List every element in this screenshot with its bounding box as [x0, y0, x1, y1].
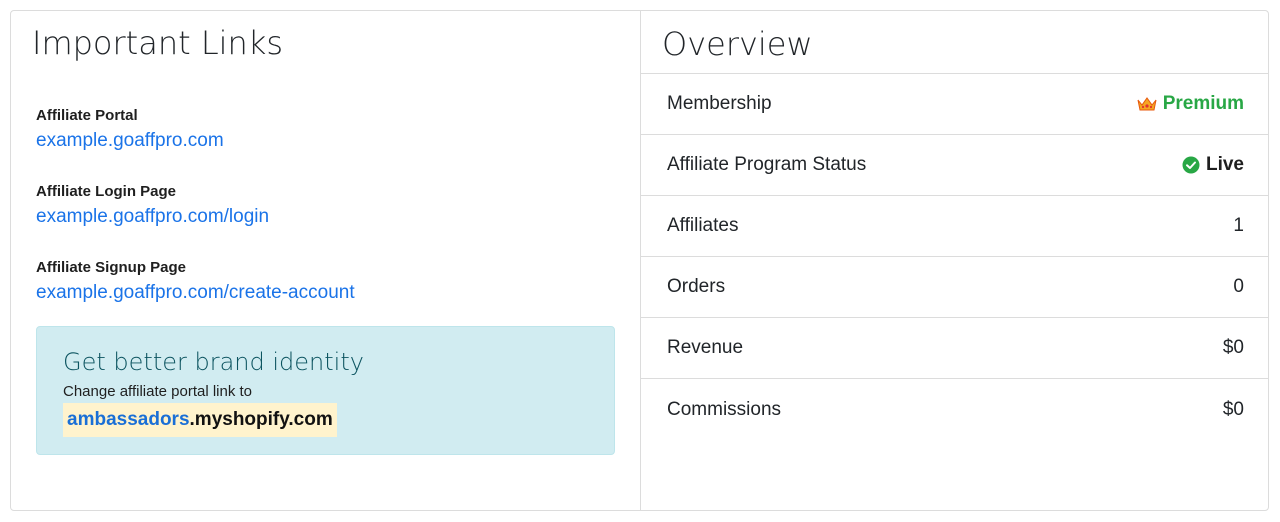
link-item-signup: Affiliate Signup Page example.goaffpro.c… [36, 259, 615, 306]
row-value: $0 [1222, 398, 1244, 420]
status-value: Live [1205, 154, 1244, 175]
overview-row-affiliates: Affiliates 1 [641, 196, 1268, 257]
row-label: Commissions [667, 398, 782, 420]
row-label: Revenue [667, 337, 744, 358]
link-item-login: Affiliate Login Page example.goaffpro.co… [36, 183, 615, 230]
overview-panel: Overview Membership Premium Affiliate Pr… [641, 11, 1268, 510]
link-label: Affiliate Signup Page [36, 259, 187, 276]
important-links-title: Important Links [32, 24, 284, 62]
overview-header: Overview [641, 11, 1268, 74]
overview-row-membership: Membership Premium [641, 74, 1268, 135]
alert-title: Get better brand identity [63, 348, 364, 376]
affiliate-portal-link[interactable]: example.goaffpro.com [36, 128, 224, 154]
link-label: Affiliate Portal [36, 107, 138, 124]
check-circle-icon [1182, 156, 1200, 174]
row-value: 0 [1233, 276, 1244, 297]
link-list: Affiliate Portal example.goaffpro.com Af… [36, 107, 615, 306]
domain-subdomain: ambassadors [67, 409, 190, 430]
overview-row-commissions: Commissions $0 [641, 379, 1268, 440]
row-label: Membership [667, 93, 772, 114]
brand-identity-alert: Get better brand identity Change affilia… [36, 326, 615, 455]
row-label: Orders [667, 276, 726, 297]
status-badge: Live [1182, 154, 1244, 176]
link-item-portal: Affiliate Portal example.goaffpro.com [36, 107, 615, 154]
membership-value: Premium [1162, 93, 1244, 114]
row-label: Affiliates [667, 215, 739, 236]
overview-row-status: Affiliate Program Status Live [641, 135, 1268, 196]
alert-text: Change affiliate portal link to [63, 383, 253, 400]
overview-title: Overview [662, 25, 813, 63]
affiliate-signup-link[interactable]: example.goaffpro.com/create-account [36, 280, 355, 306]
important-links-panel: Important Links Affiliate Portal example… [11, 11, 641, 510]
custom-domain-link[interactable]: ambassadors.myshopify.com [63, 403, 337, 437]
overview-row-orders: Orders 0 [641, 257, 1268, 318]
dashboard-card: Important Links Affiliate Portal example… [10, 10, 1269, 511]
link-label: Affiliate Login Page [36, 183, 177, 200]
row-value: $0 [1222, 337, 1244, 358]
membership-badge: Premium [1137, 93, 1244, 115]
overview-row-revenue: Revenue $0 [641, 318, 1268, 379]
row-value: 1 [1233, 215, 1244, 236]
affiliate-login-link[interactable]: example.goaffpro.com/login [36, 204, 269, 230]
row-label: Affiliate Program Status [667, 154, 867, 175]
domain-root: .myshopify.com [189, 409, 333, 430]
crown-icon [1137, 97, 1157, 111]
